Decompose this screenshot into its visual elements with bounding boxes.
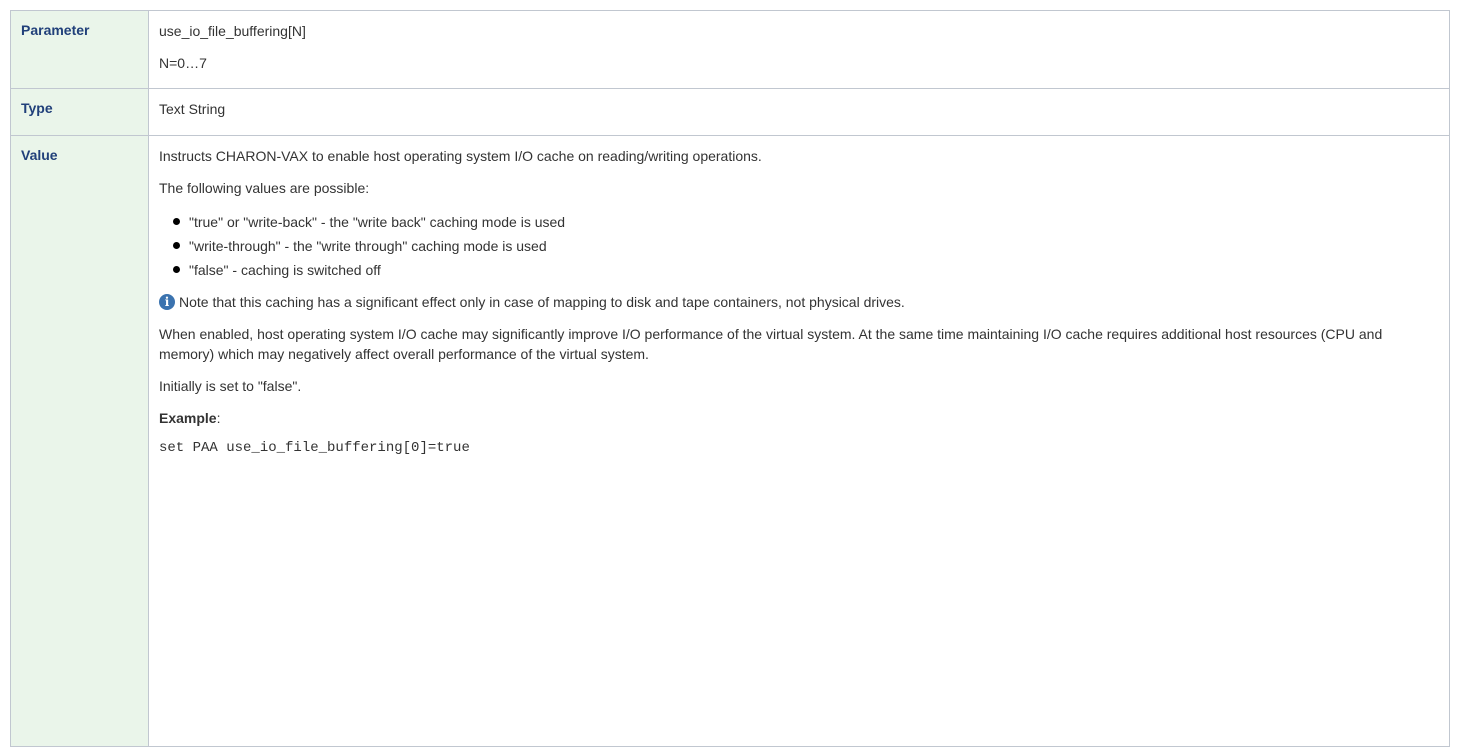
type-row: Type Text String [10,88,1450,136]
info-icon: i [159,294,175,310]
parameter-cell: use_io_file_buffering[N] N=0…7 [148,10,1450,89]
value-cell: Instructs CHARON-VAX to enable host oper… [148,135,1450,747]
info-note: i Note that this caching has a significa… [159,292,1439,312]
example-code: set PAA use_io_file_buffering[0]=true [159,440,470,456]
list-item: "false" - caching is switched off [173,258,1439,282]
parameter-name: use_io_file_buffering[N] [159,23,306,39]
type-value: Text String [148,88,1450,136]
value-row: Value Instructs CHARON-VAX to enable hos… [10,135,1450,747]
list-item: "write-through" - the "write through" ca… [173,234,1439,258]
example-label: Example [159,410,217,426]
value-header: Value [10,135,149,747]
parameter-header: Parameter [10,10,149,89]
example-colon: : [216,410,221,426]
example-heading: Example: [159,408,1439,428]
initial-value: Initially is set to "false". [159,378,302,394]
type-header: Type [10,88,149,136]
value-intro: Instructs CHARON-VAX to enable host oper… [159,148,762,164]
info-note-text: Note that this caching has a significant… [179,294,905,310]
parameter-table: Parameter use_io_file_buffering[N] N=0…7… [10,10,1450,747]
parameter-range: N=0…7 [159,55,207,71]
parameter-row: Parameter use_io_file_buffering[N] N=0…7 [10,10,1450,89]
value-description: When enabled, host operating system I/O … [159,326,1383,362]
possible-values-list: "true" or "write-back" - the "write back… [159,210,1439,282]
possible-values-intro: The following values are possible: [159,180,370,196]
list-item: "true" or "write-back" - the "write back… [173,210,1439,234]
